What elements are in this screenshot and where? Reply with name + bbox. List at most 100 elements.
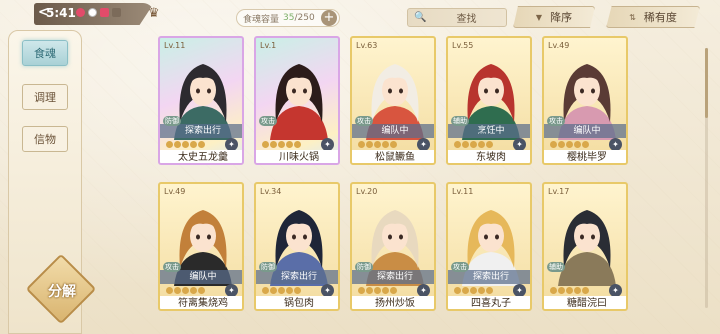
star-icon xyxy=(382,287,389,294)
role-tag: 攻击 xyxy=(163,262,181,272)
star-icon xyxy=(486,141,493,148)
sort-order-label: 降序 xyxy=(550,11,573,24)
star-icon xyxy=(470,287,477,294)
star-icon xyxy=(390,141,397,148)
star-icon xyxy=(262,287,269,294)
decompose-label[interactable]: 分解 xyxy=(42,281,82,301)
star-icon xyxy=(486,287,493,294)
status-badge: 探索出行 xyxy=(448,270,530,284)
star-rating xyxy=(358,287,397,295)
star-icon xyxy=(582,141,589,148)
star-icon xyxy=(366,141,373,148)
star-icon xyxy=(550,141,557,148)
food-soul-card[interactable]: Lv.49 编队中 攻击 ✦ 樱桃毕罗 xyxy=(542,36,628,165)
star-icon xyxy=(366,287,373,294)
capacity-label: 食魂容量 xyxy=(243,14,280,25)
star-icon xyxy=(190,141,197,148)
star-rating xyxy=(262,141,301,149)
tab-tokens[interactable]: 信物 xyxy=(22,126,68,152)
search-label: 查找 xyxy=(456,14,477,25)
star-rating xyxy=(550,287,589,295)
food-soul-card[interactable]: Lv.1 攻击 ✦ 川味火锅 xyxy=(254,36,340,165)
status-badge: 探索出行 xyxy=(160,124,242,138)
card-level: Lv.49 xyxy=(164,187,186,196)
star-icon xyxy=(174,141,181,148)
card-level: Lv.55 xyxy=(452,41,474,50)
role-tag: 辅助 xyxy=(547,262,565,272)
star-icon xyxy=(478,141,485,148)
status-badge: 编队中 xyxy=(160,270,242,284)
star-rating xyxy=(262,287,301,295)
star-icon xyxy=(198,287,205,294)
card-level: Lv.20 xyxy=(356,187,378,196)
role-tag: 攻击 xyxy=(355,116,373,126)
card-level: Lv.1 xyxy=(260,41,277,50)
food-soul-card[interactable]: Lv.34 探索出行 防御 ✦ 锅包肉 xyxy=(254,182,340,311)
top-bar: < 5:41 ♛ 食魂容量 35 /250 + 🔍 查找 ▼ 降序 ⇅ 稀有度 xyxy=(0,0,720,34)
status-badge: 编队中 xyxy=(544,124,626,138)
capacity-total: /250 xyxy=(294,13,315,23)
star-rating xyxy=(166,287,205,295)
sort-order-button[interactable]: ▼ 降序 xyxy=(513,6,595,28)
status-icon xyxy=(100,8,109,17)
food-soul-card[interactable]: Lv.49 编队中 攻击 ✦ 符离集烧鸡 xyxy=(158,182,244,311)
character-portrait xyxy=(270,64,328,140)
sort-key-label: 稀有度 xyxy=(643,11,677,24)
food-soul-card[interactable]: Lv.11 探索出行 攻击 ✦ 四喜丸子 xyxy=(446,182,532,311)
tab-label: 食魂 xyxy=(34,47,56,60)
card-name: 糖醋浣曰 xyxy=(544,296,626,309)
card-name: 东坡肉 xyxy=(448,150,530,163)
crown-icon: ♛ xyxy=(148,6,160,21)
star-icon xyxy=(286,141,293,148)
card-level: Lv.11 xyxy=(164,41,186,50)
status-badge: 烹饪中 xyxy=(448,124,530,138)
star-icon xyxy=(582,287,589,294)
star-icon xyxy=(462,141,469,148)
card-name: 锅包肉 xyxy=(256,296,338,309)
card-name: 松鼠鳜鱼 xyxy=(352,150,434,163)
role-tag: 攻击 xyxy=(547,116,565,126)
tab-label: 调理 xyxy=(34,91,56,104)
star-icon xyxy=(382,141,389,148)
expand-capacity-button[interactable]: + xyxy=(321,10,337,26)
card-level: Lv.63 xyxy=(356,41,378,50)
search-button[interactable]: 🔍 查找 xyxy=(407,8,507,27)
star-icon xyxy=(470,141,477,148)
star-icon xyxy=(550,287,557,294)
tab-label: 信物 xyxy=(34,133,56,146)
card-name: 樱桃毕罗 xyxy=(544,150,626,163)
star-icon xyxy=(166,287,173,294)
food-soul-card[interactable]: Lv.11 探索出行 防御 ✦ 太史五龙羹 xyxy=(158,36,244,165)
star-rating xyxy=(454,287,493,295)
star-icon xyxy=(454,287,461,294)
star-icon xyxy=(294,141,301,148)
card-level: Lv.11 xyxy=(452,187,474,196)
star-icon xyxy=(358,287,365,294)
star-icon xyxy=(574,141,581,148)
food-soul-card[interactable]: Lv.55 烹饪中 辅助 ✦ 东坡肉 xyxy=(446,36,532,165)
card-level: Lv.17 xyxy=(548,187,570,196)
star-rating xyxy=(454,141,493,149)
star-icon xyxy=(558,141,565,148)
food-soul-card[interactable]: Lv.20 探索出行 防御 ✦ 扬州炒饭 xyxy=(350,182,436,311)
card-name: 四喜丸子 xyxy=(448,296,530,309)
star-icon xyxy=(566,287,573,294)
scrollbar-thumb[interactable] xyxy=(705,48,708,118)
star-rating xyxy=(550,141,589,149)
star-icon xyxy=(374,287,381,294)
food-soul-card[interactable]: Lv.17 辅助 ✦ 糖醋浣曰 xyxy=(542,182,628,311)
status-badge: 探索出行 xyxy=(352,270,434,284)
sort-key-button[interactable]: ⇅ 稀有度 xyxy=(606,6,700,28)
food-soul-card[interactable]: Lv.63 编队中 攻击 ✦ 松鼠鳜鱼 xyxy=(350,36,436,165)
tab-conditioning[interactable]: 调理 xyxy=(22,84,68,110)
star-icon xyxy=(558,287,565,294)
status-icon xyxy=(88,8,97,17)
star-icon xyxy=(358,141,365,148)
status-badge: 编队中 xyxy=(352,124,434,138)
tab-food-soul[interactable]: 食魂 xyxy=(22,40,68,66)
status-time: 5:41 xyxy=(46,6,76,20)
star-icon xyxy=(374,141,381,148)
star-icon xyxy=(478,287,485,294)
star-icon xyxy=(182,141,189,148)
role-tag: 攻击 xyxy=(451,262,469,272)
